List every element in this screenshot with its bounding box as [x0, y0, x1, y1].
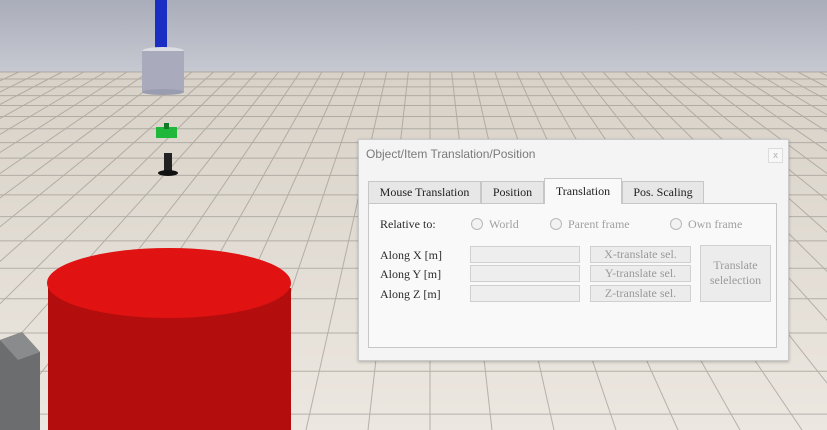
own-frame-radio-label: Own frame	[688, 217, 743, 231]
along-z-field[interactable]	[470, 285, 580, 302]
tab-mouse-translation[interactable]: Mouse Translation	[368, 181, 481, 203]
sky-background	[0, 0, 827, 74]
robot-arm	[155, 0, 167, 50]
dialog-title: Object/Item Translation/Position	[366, 147, 536, 161]
close-button[interactable]: x	[768, 148, 783, 163]
x-translate-button[interactable]: X-translate sel.	[590, 246, 691, 263]
along-x-label: Along X [m]	[380, 248, 442, 262]
z-translate-button[interactable]: Z-translate sel.	[590, 285, 691, 302]
relative-to-label: Relative to:	[380, 217, 436, 231]
robot-base	[142, 51, 184, 92]
parent-frame-radio-label: Parent frame	[568, 217, 630, 231]
tab-pos-scaling[interactable]: Pos. Scaling	[622, 181, 704, 203]
translation-panel: Relative to: World Parent frame Own fram…	[368, 203, 777, 348]
red-cylinder-top	[47, 248, 291, 318]
along-x-field[interactable]	[470, 246, 580, 263]
world-radio[interactable]	[471, 218, 483, 230]
along-y-label: Along Y [m]	[380, 267, 442, 281]
tab-position[interactable]: Position	[481, 181, 544, 203]
y-translate-button[interactable]: Y-translate sel.	[590, 265, 691, 282]
along-z-label: Along Z [m]	[380, 287, 441, 301]
tab-translation[interactable]: Translation	[544, 178, 622, 204]
black-post	[164, 153, 172, 171]
translation-dialog: Object/Item Translation/Position x Mouse…	[358, 139, 789, 361]
parent-frame-radio[interactable]	[550, 218, 562, 230]
own-frame-radio[interactable]	[670, 218, 682, 230]
along-y-field[interactable]	[470, 265, 580, 282]
translate-selection-line2: selelection	[709, 273, 762, 287]
world-radio-label: World	[489, 217, 519, 231]
translate-selection-button[interactable]: Translate selelection	[700, 245, 771, 302]
translate-selection-line1: Translate	[713, 258, 758, 272]
